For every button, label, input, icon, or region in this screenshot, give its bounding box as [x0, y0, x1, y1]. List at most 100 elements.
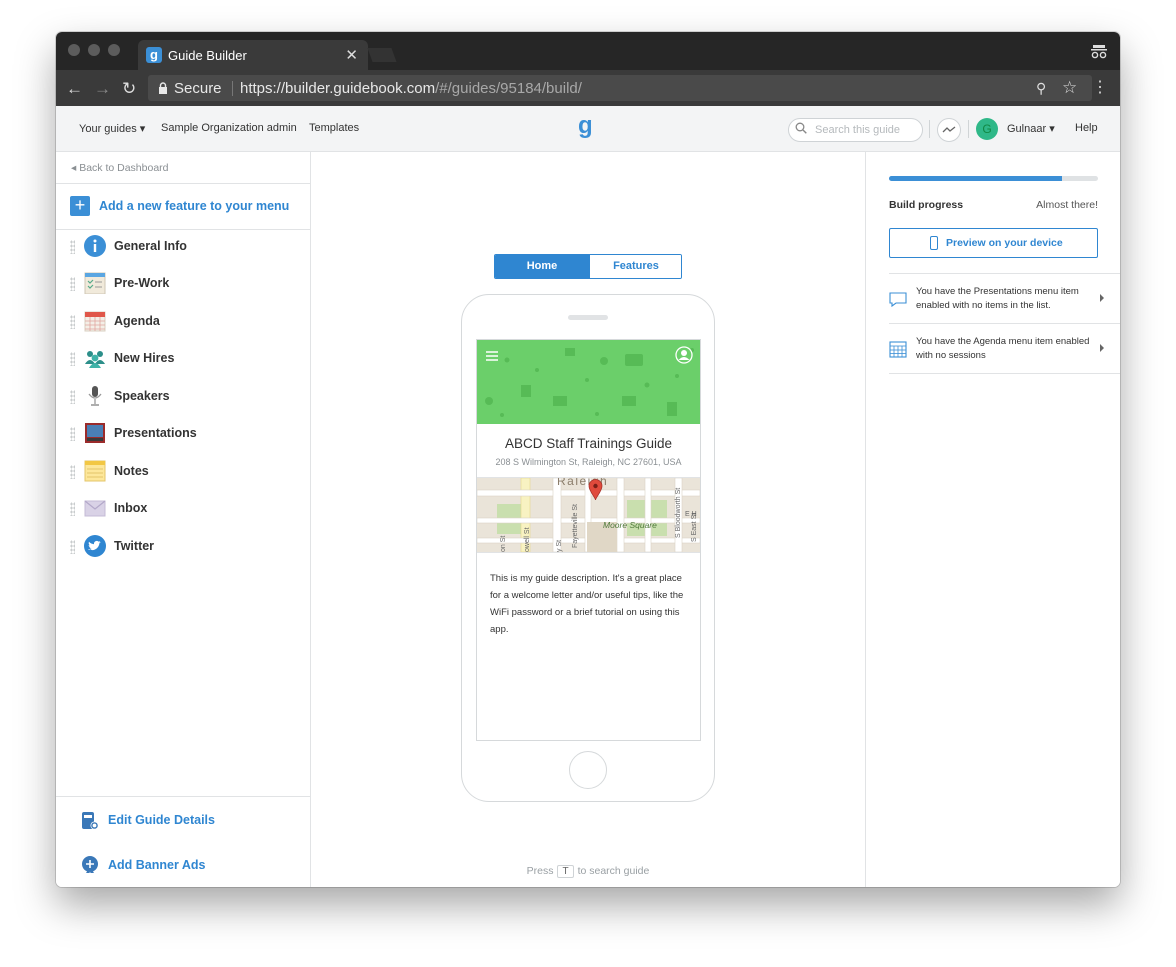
- map-label-street: Fayetteville St: [572, 504, 579, 548]
- sidebar-item-label: New Hires: [114, 351, 175, 365]
- speech-bubble-icon: [889, 292, 907, 308]
- left-sidebar: ◂ Back to Dashboard + Add a new feature …: [56, 152, 311, 887]
- close-tab-icon[interactable]: ✕: [345, 46, 358, 64]
- your-guides-dropdown[interactable]: Your guides ▾: [79, 122, 145, 135]
- sidebar-item-new-hires[interactable]: New Hires: [56, 343, 310, 375]
- drag-handle-icon[interactable]: [70, 465, 75, 479]
- notice-presentations[interactable]: You have the Presentations menu item ena…: [889, 273, 1120, 324]
- preview-area: Home Features ABCD Staff Trainings Guide…: [311, 152, 866, 887]
- sidebar-item-inbox[interactable]: Inbox: [56, 493, 310, 525]
- guide-description: This is my guide description. It's a gre…: [490, 573, 684, 635]
- sidebar-item-presentations[interactable]: Presentations: [56, 418, 310, 450]
- tab-features[interactable]: Features: [589, 255, 681, 278]
- drag-handle-icon[interactable]: [70, 352, 75, 366]
- separator: [232, 81, 233, 96]
- map-label-park: Moore Square: [603, 520, 657, 530]
- sidebar-item-speakers[interactable]: Speakers: [56, 381, 310, 413]
- add-feature-button[interactable]: + Add a new feature to your menu: [56, 183, 310, 230]
- sidebar-item-agenda[interactable]: Agenda: [56, 306, 310, 338]
- notice-agenda[interactable]: You have the Agenda menu item enabled wi…: [889, 323, 1120, 374]
- templates-link[interactable]: Templates: [309, 122, 359, 134]
- phone-icon: [930, 236, 938, 250]
- new-tab-button[interactable]: [367, 48, 397, 62]
- minimize-window-button[interactable]: [88, 44, 100, 56]
- user-menu-dropdown[interactable]: Gulnaar ▾: [1007, 122, 1055, 135]
- divider: [889, 373, 1120, 374]
- caret-right-icon: [1100, 344, 1104, 352]
- back-to-dashboard-link[interactable]: ◂ Back to Dashboard: [71, 162, 169, 174]
- search-icon: [795, 122, 807, 134]
- bookmark-star-icon[interactable]: ☆: [1062, 78, 1077, 98]
- map-label-street: y St: [556, 540, 563, 552]
- sidebar-item-label: Notes: [114, 464, 149, 478]
- preview-label: Preview on your device: [946, 237, 1063, 249]
- drag-handle-icon[interactable]: [70, 315, 75, 329]
- lock-icon: [159, 82, 167, 94]
- drag-handle-icon[interactable]: [70, 277, 75, 291]
- close-window-button[interactable]: [68, 44, 80, 56]
- sidebar-item-twitter[interactable]: Twitter: [56, 531, 310, 563]
- info-icon: [84, 235, 106, 257]
- phone-speaker: [568, 315, 608, 320]
- help-link[interactable]: Help: [1075, 122, 1098, 134]
- profile-icon[interactable]: [675, 346, 693, 364]
- notice-text: You have the Presentations menu item ena…: [916, 286, 1079, 311]
- phone-screen: ABCD Staff Trainings Guide 208 S Wilming…: [476, 339, 701, 741]
- build-progress-bar: [889, 176, 1098, 181]
- map-label-street: on St: [500, 536, 507, 552]
- org-admin-link[interactable]: Sample Organization admin: [161, 122, 297, 134]
- keyboard-hint: Press Tto search guide: [526, 865, 650, 878]
- microphone-icon: [88, 386, 102, 406]
- phone-home-button: [569, 751, 607, 789]
- add-feature-label: Add a new feature to your menu: [99, 199, 290, 213]
- map-label-street: S East St: [691, 513, 698, 542]
- build-progress-label: Build progress: [889, 199, 964, 211]
- back-arrow-icon[interactable]: ←: [66, 79, 83, 99]
- drag-handle-icon[interactable]: [70, 502, 75, 516]
- browser-tab[interactable]: g Guide Builder ✕: [138, 40, 368, 70]
- presentation-icon: [85, 423, 105, 443]
- sidebar-item-general-info[interactable]: General Info: [56, 231, 310, 263]
- guidebook-logo[interactable]: g: [578, 112, 593, 140]
- app-header: Your guides ▾ Sample Organization admin …: [56, 106, 1120, 152]
- browser-menu-icon[interactable]: ⋮: [1092, 77, 1108, 97]
- sidebar-item-label: Pre-Work: [114, 276, 170, 290]
- search-placeholder: Search this guide: [815, 124, 900, 136]
- edit-guide-details-link[interactable]: Edit Guide Details: [108, 813, 215, 827]
- url-text: https://builder.guidebook.com/#/guides/9…: [240, 80, 582, 97]
- title-bar: g Guide Builder ✕: [56, 32, 1120, 70]
- zoom-icon[interactable]: ⚲: [1036, 80, 1046, 97]
- tab-home[interactable]: Home: [495, 255, 589, 278]
- sidebar-item-label: Agenda: [114, 314, 160, 328]
- sidebar-item-pre-work[interactable]: Pre-Work: [56, 268, 310, 300]
- build-progress-status: Almost there!: [1036, 199, 1098, 211]
- forward-arrow-icon[interactable]: →: [94, 79, 111, 99]
- drag-handle-icon[interactable]: [70, 540, 75, 554]
- avatar[interactable]: G: [976, 118, 998, 140]
- sidebar-item-notes[interactable]: Notes: [56, 456, 310, 488]
- drag-handle-icon[interactable]: [70, 390, 75, 404]
- divider: [929, 120, 930, 138]
- map-label-street: owell St: [524, 527, 531, 552]
- envelope-icon: [84, 500, 106, 517]
- incognito-icon: [1091, 45, 1107, 59]
- search-input[interactable]: Search this guide: [788, 118, 923, 142]
- reload-icon[interactable]: ↻: [122, 79, 136, 99]
- activity-button[interactable]: [937, 118, 961, 142]
- people-icon: [85, 351, 105, 368]
- map-image: Raleigh Moore Square Fayetteville St S B…: [477, 478, 700, 552]
- address-bar[interactable]: Secure https://builder.guidebook.com/#/g…: [148, 75, 1092, 101]
- calendar-icon: [84, 311, 106, 332]
- phone-preview: ABCD Staff Trainings Guide 208 S Wilming…: [461, 294, 715, 802]
- banner-pattern: [485, 348, 694, 417]
- build-panel: Build progress Almost there! Preview on …: [866, 152, 1120, 887]
- zoom-window-button[interactable]: [108, 44, 120, 56]
- preview-on-device-button[interactable]: Preview on your device: [889, 228, 1098, 258]
- location-map[interactable]: Raleigh Moore Square Fayetteville St S B…: [477, 477, 700, 553]
- drag-handle-icon[interactable]: [70, 427, 75, 441]
- add-banner-ads-link[interactable]: Add Banner Ads: [108, 858, 205, 872]
- drag-handle-icon[interactable]: [70, 240, 75, 254]
- secure-label: Secure: [174, 80, 222, 97]
- edit-details-icon: [82, 812, 99, 830]
- hamburger-menu-icon[interactable]: [486, 350, 500, 362]
